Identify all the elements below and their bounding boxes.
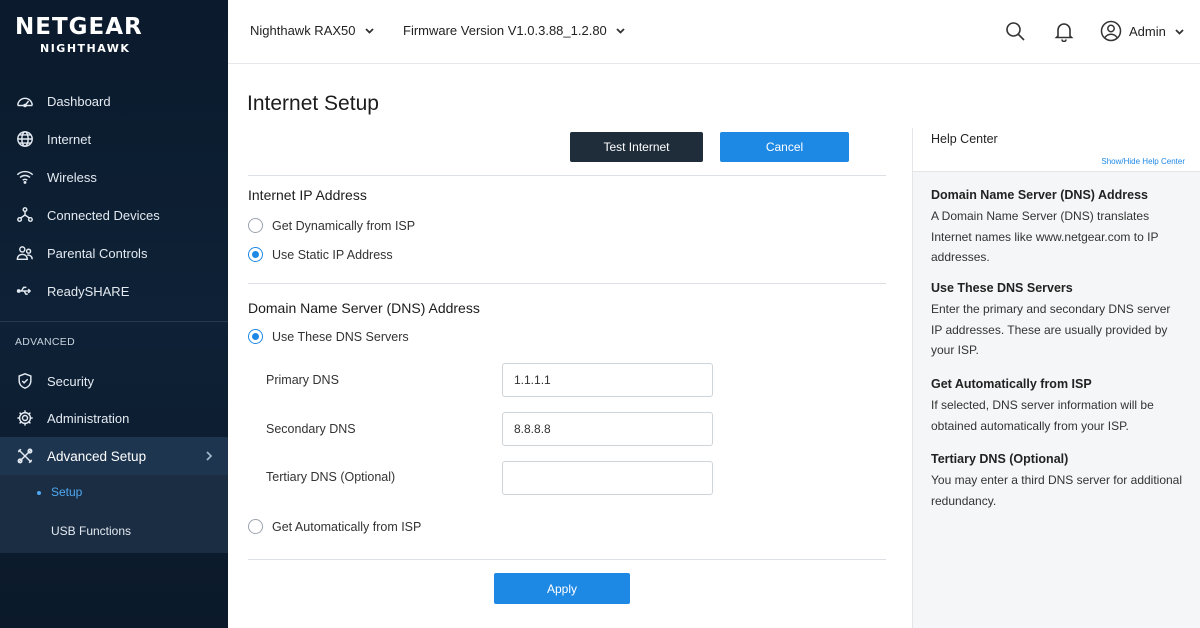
chevron-down-icon — [616, 28, 625, 34]
primary-dns-input[interactable] — [502, 363, 713, 397]
radio-circle — [248, 519, 263, 534]
nav-item-dashboard[interactable]: Dashboard — [0, 82, 228, 120]
chevron-down-icon — [364, 28, 374, 34]
dns-section-title: Domain Name Server (DNS) Address — [248, 300, 480, 316]
nav-divider — [0, 321, 228, 322]
sub-item-label: Setup — [51, 485, 83, 499]
nav-label: ReadySHARE — [47, 283, 130, 299]
help-body: A Domain Name Server (DNS) translates In… — [931, 209, 1159, 264]
nav-item-internet[interactable]: Internet — [0, 120, 228, 158]
primary-dns-label: Primary DNS — [266, 373, 339, 387]
show-hide-help-link[interactable]: Show/Hide Help Center — [1101, 157, 1185, 166]
apply-button[interactable]: Apply — [494, 573, 630, 604]
help-body: You may enter a third DNS server for add… — [931, 473, 1183, 508]
chevron-right-icon — [202, 449, 216, 463]
nav-item-readyshare[interactable]: ReadySHARE — [0, 272, 228, 310]
devices-icon — [15, 205, 35, 225]
netgear-logo[interactable]: NETGEAR NIGHTHAWK — [15, 14, 143, 55]
radio-use-these-dns[interactable]: Use These DNS Servers — [248, 329, 409, 344]
top-bar: Nighthawk RAX50 Firmware Version V1.0.3.… — [228, 0, 1200, 64]
nav-label: Security — [47, 373, 94, 389]
device-name: Nighthawk RAX50 — [250, 23, 356, 38]
notifications-button[interactable] — [1053, 20, 1075, 43]
people-icon — [15, 243, 35, 263]
user-menu[interactable]: Admin — [1100, 20, 1185, 42]
nav-item-administration[interactable]: Administration — [0, 399, 228, 437]
section-divider — [248, 175, 886, 176]
firmware-selector[interactable]: Firmware Version V1.0.3.88_1.2.80 — [403, 23, 626, 38]
help-heading: Get Automatically from ISP — [931, 377, 1092, 391]
nav-label: Parental Controls — [47, 245, 148, 261]
bell-icon — [1054, 23, 1074, 43]
nav-label: Wireless — [47, 169, 97, 185]
globe-icon — [15, 129, 35, 149]
radio-circle-selected — [248, 247, 263, 262]
section-divider — [248, 559, 886, 560]
nav-item-connected-devices[interactable]: Connected Devices — [0, 196, 228, 234]
radio-label: Get Dynamically from ISP — [272, 218, 416, 233]
help-section: Get Automatically from ISP If selected, … — [931, 377, 1183, 436]
nav-label: Connected Devices — [47, 207, 160, 223]
ip-section-title: Internet IP Address — [248, 187, 367, 203]
section-divider — [248, 283, 886, 284]
usb-icon — [15, 281, 35, 301]
radio-label: Use Static IP Address — [272, 247, 393, 262]
help-heading: Use These DNS Servers — [931, 281, 1073, 295]
secondary-dns-input[interactable] — [502, 412, 713, 446]
dashboard-icon — [15, 91, 35, 111]
shield-icon — [15, 371, 35, 391]
cancel-button[interactable]: Cancel — [720, 132, 849, 162]
radio-label: Use These DNS Servers — [272, 329, 409, 344]
radio-get-auto-dns[interactable]: Get Automatically from ISP — [248, 519, 421, 534]
search-icon — [1006, 22, 1025, 41]
wifi-icon — [15, 167, 35, 187]
sub-item-setup[interactable]: Setup — [0, 485, 228, 499]
firmware-version: Firmware Version V1.0.3.88_1.2.80 — [403, 23, 607, 38]
advanced-section-label: ADVANCED — [15, 336, 75, 348]
test-internet-button[interactable]: Test Internet — [570, 132, 703, 162]
secondary-dns-label: Secondary DNS — [266, 422, 356, 436]
nav-label: Advanced Setup — [47, 448, 147, 464]
help-section: Use These DNS Servers Enter the primary … — [931, 281, 1183, 361]
sub-item-usb-functions[interactable]: USB Functions — [0, 524, 228, 538]
radio-use-static-ip[interactable]: Use Static IP Address — [248, 247, 393, 262]
radio-circle-selected — [248, 329, 263, 344]
nav-label: Dashboard — [47, 93, 111, 109]
user-name: Admin — [1129, 23, 1166, 39]
help-heading: Domain Name Server (DNS) Address — [931, 188, 1148, 202]
nav-label: Internet — [47, 131, 92, 147]
nav-label: Administration — [47, 410, 130, 426]
help-body: If selected, DNS server information will… — [931, 398, 1154, 433]
user-icon — [1100, 20, 1122, 42]
help-header: Help Center Show/Hide Help Center — [913, 128, 1200, 172]
gear-icon — [15, 408, 35, 428]
brand-product: NIGHTHAWK — [40, 42, 131, 55]
help-heading: Tertiary DNS (Optional) — [931, 452, 1069, 466]
device-selector[interactable]: Nighthawk RAX50 — [250, 23, 375, 38]
help-body: Enter the primary and secondary DNS serv… — [931, 302, 1171, 357]
help-section: Domain Name Server (DNS) Address A Domai… — [931, 188, 1183, 268]
brand-name: NETGEAR — [15, 14, 143, 40]
radio-label: Get Automatically from ISP — [272, 519, 422, 534]
search-button[interactable] — [1004, 20, 1026, 42]
active-dot — [37, 490, 41, 495]
nav-item-advanced-setup[interactable]: Advanced Setup — [0, 437, 228, 475]
sidebar: NETGEAR NIGHTHAWK Dashboard Internet Wir… — [0, 0, 228, 628]
page-title: Internet Setup — [247, 92, 379, 115]
tools-icon — [15, 446, 35, 466]
nav-item-parental-controls[interactable]: Parental Controls — [0, 234, 228, 272]
tertiary-dns-label: Tertiary DNS (Optional) — [266, 470, 396, 484]
chevron-down-icon — [1175, 28, 1184, 35]
tertiary-dns-input[interactable] — [502, 461, 713, 495]
nav-item-security[interactable]: Security — [0, 362, 228, 400]
sub-item-label: USB Functions — [51, 524, 132, 538]
help-center-panel: Help Center Show/Hide Help Center Domain… — [912, 128, 1200, 628]
radio-get-dynamically[interactable]: Get Dynamically from ISP — [248, 218, 415, 233]
help-section: Tertiary DNS (Optional) You may enter a … — [931, 452, 1183, 511]
help-title: Help Center — [931, 132, 998, 146]
nav-item-wireless[interactable]: Wireless — [0, 158, 228, 196]
radio-circle — [248, 218, 263, 233]
